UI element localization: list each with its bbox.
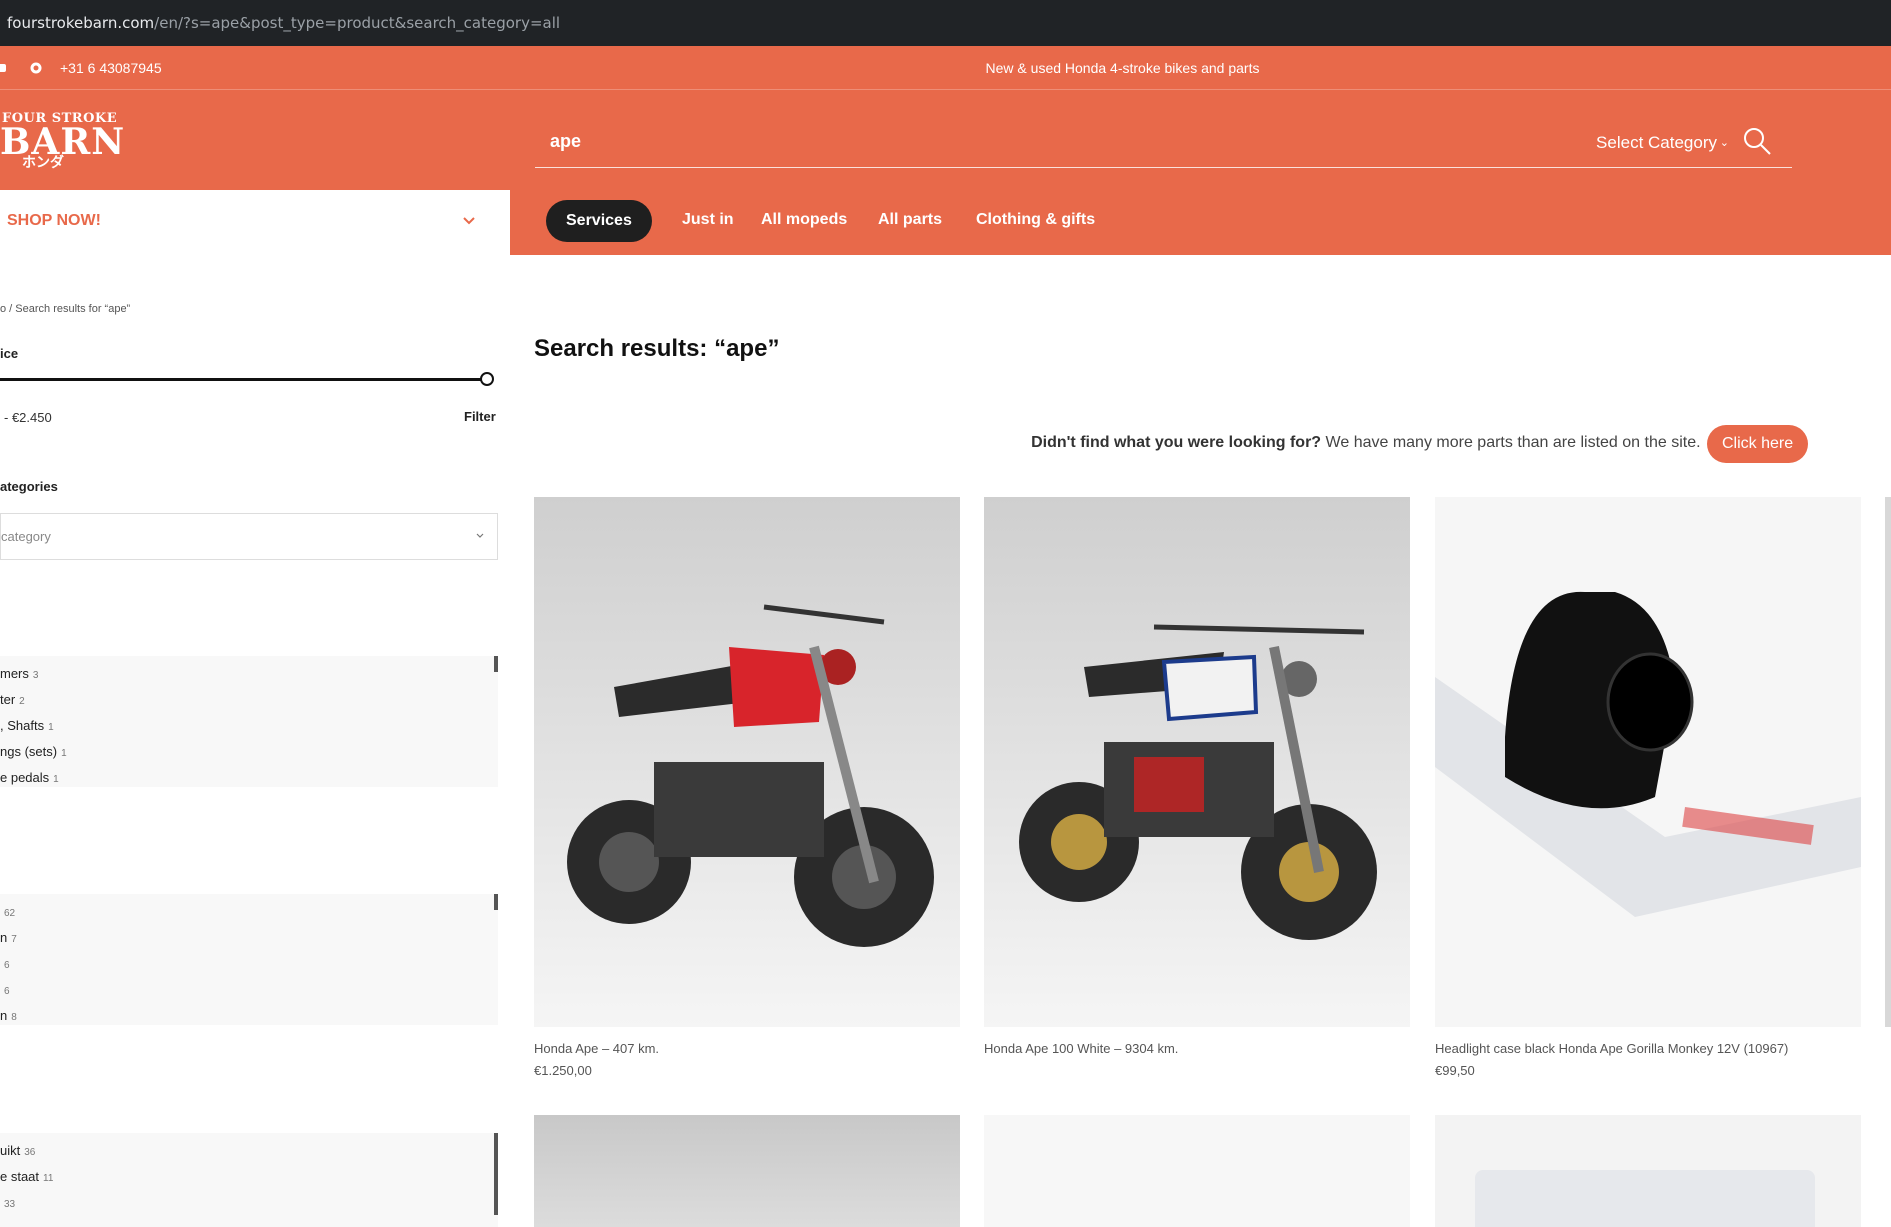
shop-now-dropdown[interactable]: SHOP NOW! bbox=[0, 190, 510, 255]
nav-just-in[interactable]: Just in bbox=[682, 211, 734, 229]
filter-list-2: 62 n7 6 6 n8 bbox=[0, 894, 498, 1025]
scrollbar[interactable] bbox=[494, 1133, 498, 1215]
categories-heading: ategories bbox=[0, 479, 58, 494]
list-item[interactable]: uikt 36 bbox=[0, 1133, 498, 1159]
list-item[interactable]: ter 2 bbox=[0, 682, 498, 708]
sidebar: o / Search results for “ape” ice - €2.45… bbox=[0, 255, 510, 1227]
list-item[interactable]: n8 bbox=[0, 998, 498, 1024]
search-category-select[interactable]: Select Category bbox=[1596, 133, 1717, 153]
motorcycle-red-image bbox=[567, 604, 934, 947]
price-heading: ice bbox=[0, 346, 19, 361]
product-image[interactable] bbox=[984, 497, 1410, 1027]
chevron-down-icon bbox=[463, 217, 475, 225]
page-title: Search results: “ape” bbox=[534, 335, 780, 362]
click-here-button[interactable]: Click here bbox=[1707, 425, 1809, 463]
breadcrumb: o / Search results for “ape” bbox=[0, 303, 131, 315]
price-range-text: - €2.450 bbox=[4, 410, 52, 425]
price-slider-handle[interactable] bbox=[480, 372, 494, 386]
product-image-partial[interactable] bbox=[1885, 497, 1891, 1027]
url-path: /en/?s=ape&post_type=product&search_cate… bbox=[154, 14, 561, 32]
list-item[interactable]: 33 bbox=[0, 1185, 498, 1211]
product-image[interactable] bbox=[984, 1115, 1410, 1227]
chevron-down-icon: ⌄ bbox=[1719, 137, 1729, 149]
notice-bold: Didn't find what you were looking for? bbox=[1031, 434, 1322, 451]
top-strip: +31 6 43087945 New & used Honda 4-stroke… bbox=[0, 46, 1891, 90]
list-item[interactable]: 6 bbox=[0, 946, 498, 972]
nav-clothing-gifts[interactable]: Clothing & gifts bbox=[976, 211, 1095, 229]
not-found-notice: Didn't find what you were looking for? W… bbox=[510, 434, 1810, 452]
list-item[interactable]: 6 bbox=[0, 972, 498, 998]
tagline: New & used Honda 4-stroke bikes and part… bbox=[985, 60, 1260, 76]
chevron-down-icon bbox=[476, 533, 484, 538]
search-input[interactable]: ape bbox=[550, 131, 581, 152]
category-select-placeholder: category bbox=[1, 529, 51, 544]
motorcycle-white-image bbox=[1019, 624, 1377, 940]
product-image[interactable] bbox=[534, 497, 960, 1027]
url-domain: fourstrokebarn.com bbox=[7, 14, 155, 32]
search-bar: ape Select Category ⌄ bbox=[535, 118, 1792, 168]
shop-now-label: SHOP NOW! bbox=[7, 212, 101, 229]
nav-all-mopeds[interactable]: All mopeds bbox=[761, 211, 847, 229]
product-name[interactable]: Honda Ape – 407 km. bbox=[534, 1041, 659, 1056]
notice-text: We have many more parts than are listed … bbox=[1325, 434, 1701, 451]
product-name[interactable]: Headlight case black Honda Ape Gorilla M… bbox=[1435, 1041, 1788, 1056]
list-item[interactable]: mers 3 bbox=[0, 656, 498, 682]
list-item[interactable]: e staat 11 bbox=[0, 1159, 498, 1185]
list-item[interactable]: ngs (sets) 1 bbox=[0, 734, 498, 760]
filter-list-1: mers 3 ter 2 , Shafts 1 ngs (sets) 1 e pedal… bbox=[0, 656, 498, 787]
product-image[interactable] bbox=[1435, 1115, 1861, 1227]
scrollbar[interactable] bbox=[494, 894, 498, 910]
list-item[interactable]: n7 bbox=[0, 920, 498, 946]
product-image[interactable] bbox=[1435, 497, 1861, 1027]
filter-list-3: uikt 36 e staat 11 33 bbox=[0, 1133, 498, 1227]
search-icon[interactable] bbox=[1742, 126, 1772, 156]
main-nav: Services Just in All mopeds All parts Cl… bbox=[510, 190, 1891, 255]
site-header: FOUR STROKE BARN ホンダ ape Select Category… bbox=[0, 90, 1891, 190]
nav-services[interactable]: Services bbox=[546, 200, 652, 242]
parts-package bbox=[1475, 1170, 1815, 1227]
product-name[interactable]: Honda Ape 100 White – 9304 km. bbox=[984, 1041, 1178, 1056]
category-select[interactable]: category bbox=[0, 513, 498, 560]
headlight-case-image bbox=[1435, 591, 1861, 917]
browser-url-bar[interactable]: fourstrokebarn.com/en/?s=ape&post_type=p… bbox=[0, 0, 1891, 46]
nav-all-parts[interactable]: All parts bbox=[878, 211, 942, 229]
main-content: Search results: “ape” Didn't find what y… bbox=[510, 255, 1891, 1227]
list-item[interactable]: , Shafts 1 bbox=[0, 708, 498, 734]
filter-button[interactable]: Filter bbox=[464, 409, 496, 424]
site-logo[interactable]: FOUR STROKE BARN ホンダ bbox=[0, 112, 125, 170]
list-item[interactable]: 62 bbox=[0, 894, 498, 920]
product-price: €99,50 bbox=[1435, 1063, 1475, 1078]
price-slider-track[interactable] bbox=[0, 378, 488, 381]
scrollbar[interactable] bbox=[494, 656, 498, 672]
product-price: €1.250,00 bbox=[534, 1063, 592, 1078]
list-item[interactable]: e pedals 1 bbox=[0, 760, 498, 786]
product-image[interactable] bbox=[534, 1115, 960, 1227]
